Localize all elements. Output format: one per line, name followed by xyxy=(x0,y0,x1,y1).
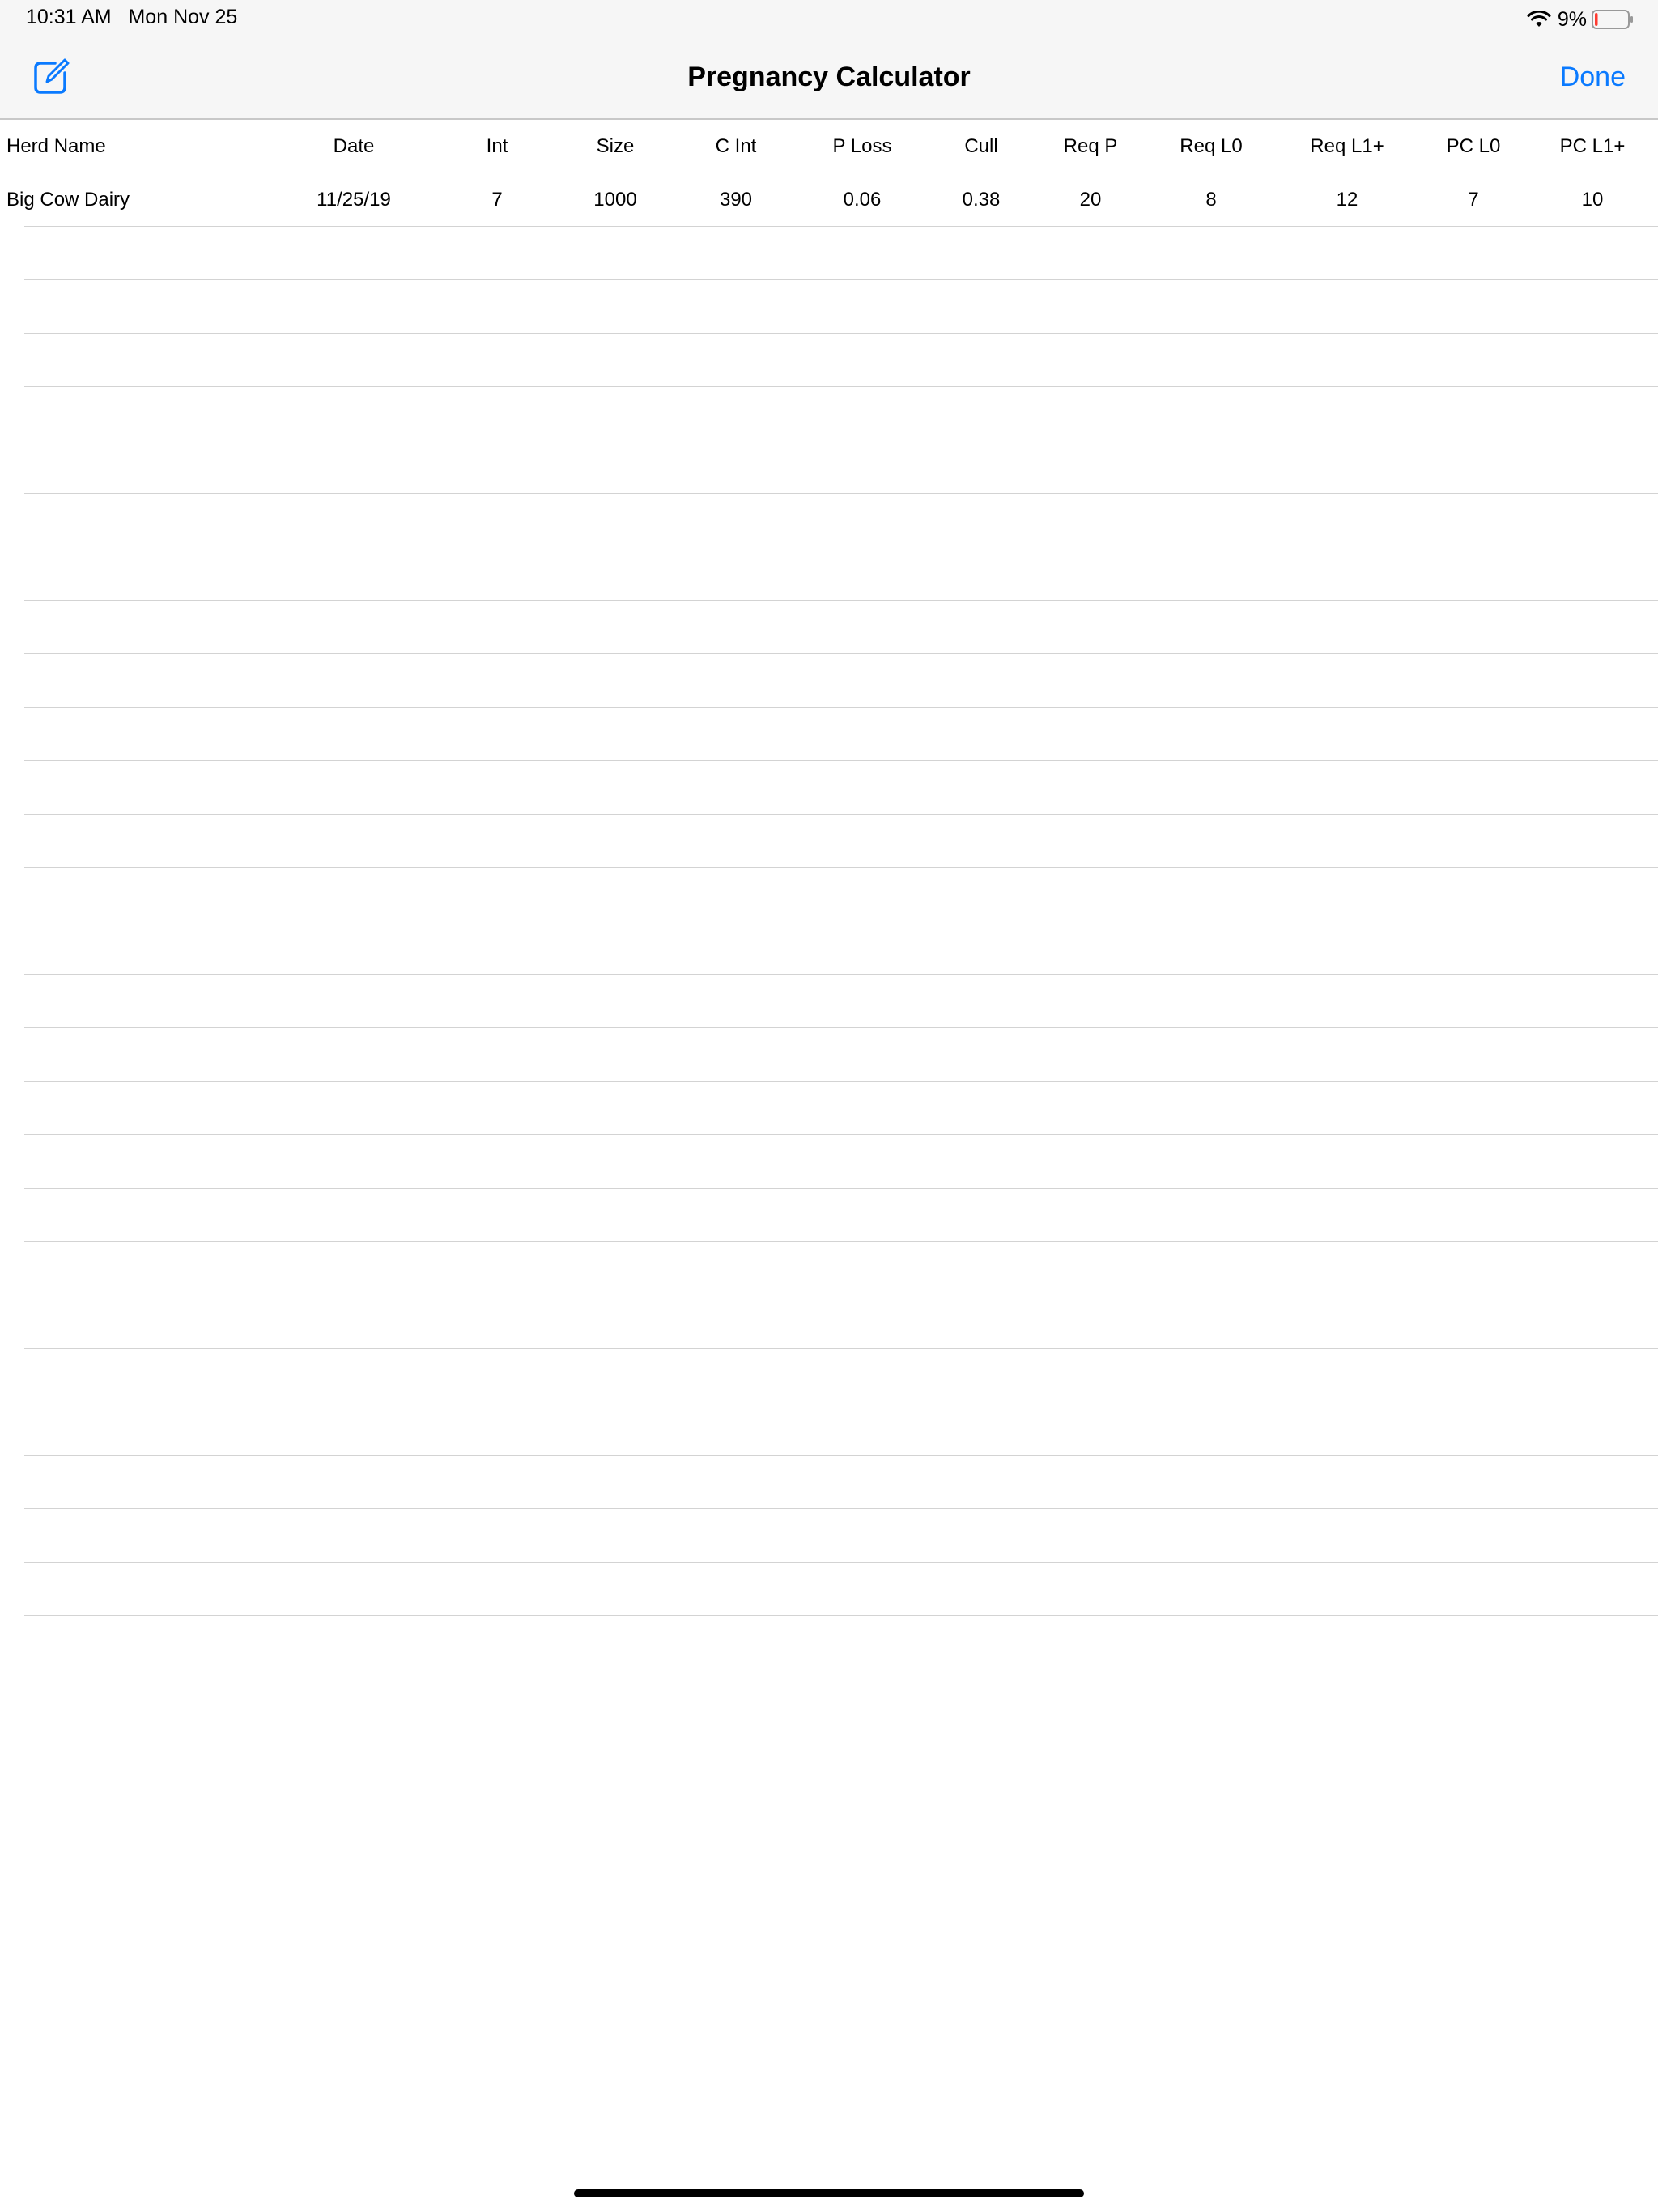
empty-table-row xyxy=(0,921,1658,975)
wifi-icon xyxy=(1527,11,1551,27)
empty-table-row xyxy=(0,1028,1658,1082)
column-header: PC L1+ xyxy=(1559,135,1626,157)
battery-percent: 9% xyxy=(1557,7,1587,31)
empty-table-row xyxy=(0,1189,1658,1242)
empty-table-row xyxy=(0,815,1658,868)
empty-table-row xyxy=(0,1456,1658,1509)
empty-table-row xyxy=(0,868,1658,921)
table-cell: 0.06 xyxy=(843,189,882,211)
empty-table-row xyxy=(0,1563,1658,1616)
empty-table-row xyxy=(0,601,1658,654)
table-cell: 8 xyxy=(1205,189,1217,211)
empty-table-row xyxy=(0,708,1658,761)
table-cell: Big Cow Dairy xyxy=(6,189,130,211)
column-header: Date xyxy=(333,135,375,157)
column-header: Req L0 xyxy=(1180,135,1243,157)
battery-level-fill xyxy=(1595,13,1598,26)
empty-table-row xyxy=(0,440,1658,494)
status-bar: 10:31 AM Mon Nov 25 9% xyxy=(0,0,1658,39)
table-cell: 11/25/19 xyxy=(317,189,391,211)
empty-table-row xyxy=(0,1135,1658,1189)
empty-table-row xyxy=(0,1242,1658,1295)
empty-table-row xyxy=(0,280,1658,334)
empty-table-row xyxy=(0,1295,1658,1349)
empty-table-row xyxy=(0,1402,1658,1456)
table-cell: 7 xyxy=(491,189,503,211)
column-header: Req L1+ xyxy=(1310,135,1384,157)
table-cell: 7 xyxy=(1468,189,1479,211)
column-header: P Loss xyxy=(832,135,892,157)
column-header: Size xyxy=(596,135,635,157)
status-indicators: 9% xyxy=(1527,6,1634,32)
column-header: Int xyxy=(486,135,508,157)
empty-table-row xyxy=(0,387,1658,440)
empty-table-row xyxy=(0,547,1658,601)
column-header: PC L0 xyxy=(1446,135,1501,157)
table-cell: 0.38 xyxy=(962,189,1001,211)
empty-table-row xyxy=(0,654,1658,708)
column-header: Cull xyxy=(964,135,998,157)
table-row[interactable]: Big Cow Dairy 11/25/19 7 1000 390 0.06 0.38 20 8… xyxy=(0,173,1658,227)
empty-table-row xyxy=(0,494,1658,547)
table-cell: 10 xyxy=(1581,189,1604,211)
empty-table-row xyxy=(0,1509,1658,1563)
home-indicator[interactable] xyxy=(574,2189,1084,2197)
battery-icon xyxy=(1592,10,1633,29)
empty-table-row xyxy=(0,227,1658,280)
empty-table-row xyxy=(0,1349,1658,1402)
status-time-date: 10:31 AM Mon Nov 25 xyxy=(26,6,238,28)
empty-table-row xyxy=(0,1082,1658,1135)
table-header-row: Herd Name Date Int Size C Int P Loss Cull Req P… xyxy=(0,120,1658,173)
table-cell: 20 xyxy=(1079,189,1102,211)
table-body: Big Cow Dairy 11/25/19 7 1000 390 0.06 0.38 20 8… xyxy=(0,173,1658,1616)
navigation-bar: Pregnancy Calculator Done xyxy=(0,39,1658,120)
empty-table-row xyxy=(0,975,1658,1028)
column-header: Herd Name xyxy=(6,135,106,157)
column-header: C Int xyxy=(715,135,757,157)
table-cell: 12 xyxy=(1336,189,1358,211)
done-button[interactable]: Done xyxy=(1560,62,1626,93)
herd-table: Herd Name Date Int Size C Int P Loss Cull Req P… xyxy=(0,120,1658,1616)
column-header: Req P xyxy=(1063,135,1118,157)
table-cell: 390 xyxy=(719,189,753,211)
page-title: Pregnancy Calculator xyxy=(687,62,971,92)
empty-table-row xyxy=(0,334,1658,387)
empty-table-row xyxy=(0,761,1658,815)
table-cell: 1000 xyxy=(593,189,637,211)
